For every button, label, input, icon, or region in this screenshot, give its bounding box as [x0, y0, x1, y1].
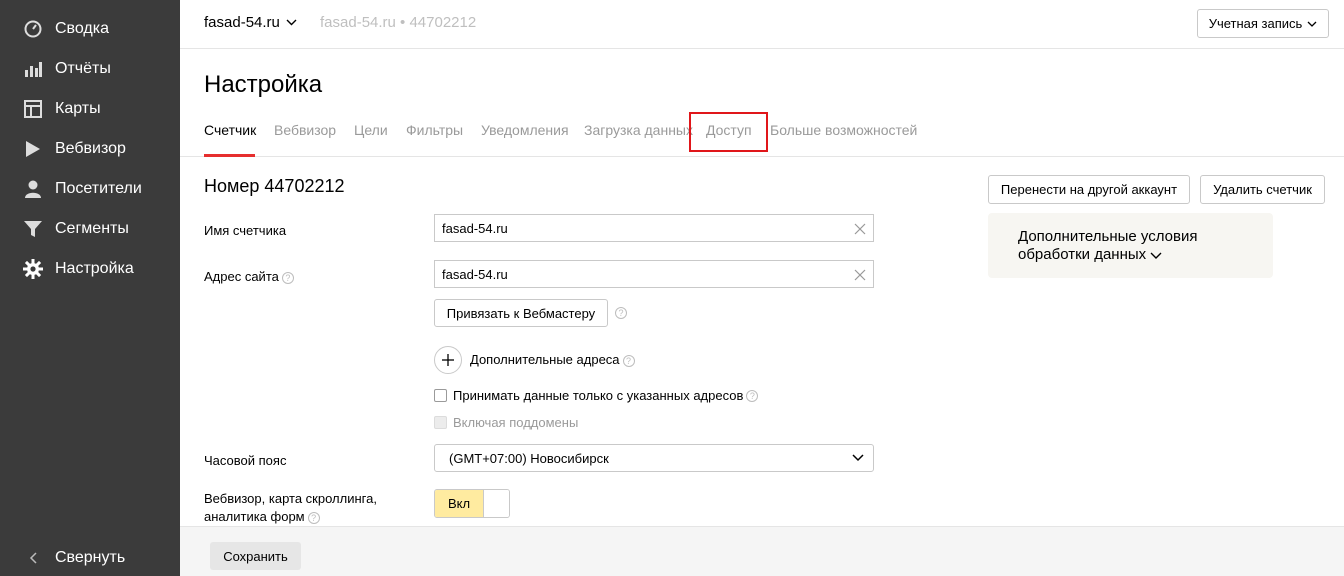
delete-counter-button[interactable]: Удалить счетчик — [1200, 175, 1325, 204]
site-selector-label: fasad-54.ru — [204, 14, 280, 31]
sidebar-item-segments[interactable]: Сегменты — [0, 209, 180, 249]
extra-conditions-line2-row: обработки данных — [1018, 246, 1248, 264]
tab-notifications[interactable]: Уведомления — [481, 122, 569, 138]
counter-name-input[interactable] — [435, 215, 835, 241]
sidebar-item-maps[interactable]: Карты — [0, 89, 180, 129]
account-button-label: Учетная запись — [1208, 16, 1303, 31]
sidebar-item-settings[interactable]: Настройка — [0, 249, 180, 289]
timezone-label-text: Часовой пояс — [204, 453, 287, 468]
help-icon[interactable]: ? — [281, 271, 294, 284]
subdomains-checkbox[interactable] — [434, 416, 447, 429]
page-title: Настройка — [204, 71, 323, 98]
additional-addresses-link[interactable]: Дополнительные адреса? — [470, 352, 635, 367]
subdomains-row: Включая поддомены — [434, 415, 578, 430]
sidebar-item-label: Вебвизор — [55, 140, 126, 157]
help-icon[interactable]: ? — [746, 389, 759, 402]
save-button[interactable]: Сохранить — [210, 542, 301, 570]
counter-number-heading: Номер 44702212 — [204, 176, 345, 196]
play-icon — [23, 139, 43, 159]
transfer-account-button[interactable]: Перенести на другой аккаунт — [988, 175, 1190, 204]
counter-breadcrumb: fasad-54.ru • 44702212 — [320, 14, 477, 31]
site-address-field[interactable] — [434, 260, 874, 288]
person-icon — [23, 179, 43, 199]
extra-conditions-panel[interactable]: Дополнительные условия обработки данных — [988, 213, 1273, 278]
help-icon[interactable]: ? — [307, 511, 320, 524]
sidebar-item-reports[interactable]: Отчёты — [0, 49, 180, 89]
topbar: fasad-54.ru fasad-54.ru • 44702212 Учетн… — [180, 0, 1344, 49]
sidebar-item-label: Посетители — [55, 180, 142, 197]
gear-icon — [23, 259, 43, 279]
sidebar-collapse[interactable]: Свернуть — [0, 538, 180, 576]
webvisor-label: Вебвизор, карта скроллинга, аналитика фо… — [204, 490, 377, 526]
extra-conditions-text: Дополнительные условия обработки данных — [1018, 228, 1248, 264]
layout-map-icon — [23, 99, 43, 119]
additional-addresses-label: Дополнительные адреса — [470, 352, 620, 367]
plus-icon — [442, 354, 454, 366]
timezone-label: Часовой пояс — [204, 452, 286, 470]
site-address-label: Адрес сайта? — [204, 268, 294, 286]
help-icon[interactable]: ? — [615, 307, 627, 319]
extra-conditions-line1: Дополнительные условия — [1018, 228, 1198, 245]
site-selector[interactable]: fasad-54.ru — [204, 14, 297, 31]
sidebar-item-label: Сводка — [55, 20, 110, 37]
tab-filters[interactable]: Фильтры — [406, 122, 463, 138]
clear-icon[interactable] — [854, 222, 866, 240]
clear-icon[interactable] — [854, 268, 866, 286]
help-icon[interactable]: ? — [622, 354, 635, 367]
webvisor-label-line2-row: аналитика форм? — [204, 508, 377, 526]
sidebar-item-webvisor[interactable]: Вебвизор — [0, 129, 180, 169]
sidebar-collapse-label: Свернуть — [55, 549, 126, 566]
chevron-down-icon — [852, 454, 864, 462]
active-tab-underline — [204, 154, 255, 157]
extra-conditions-line2: обработки данных — [1018, 246, 1147, 263]
filter-icon — [23, 219, 43, 239]
tab-counter[interactable]: Счетчик — [204, 122, 256, 138]
only-specified-label: Принимать данные только с указанных адре… — [453, 388, 744, 403]
sidebar-item-label: Сегменты — [55, 220, 129, 237]
site-address-label-text: Адрес сайта — [204, 269, 279, 284]
transfer-account-label: Перенести на другой аккаунт — [1000, 182, 1178, 197]
site-address-input[interactable] — [435, 261, 835, 287]
delete-counter-label: Удалить счетчик — [1213, 182, 1312, 197]
timezone-select[interactable]: (GMT+07:00) Новосибирск — [434, 444, 874, 472]
subdomains-label: Включая поддомены — [453, 415, 579, 430]
link-webmaster-button[interactable]: Привязать к Вебмастеру — [434, 299, 608, 327]
bar-chart-icon — [23, 59, 43, 79]
counter-name-label-text: Имя счетчика — [204, 223, 287, 238]
counter-name-field[interactable] — [434, 214, 874, 242]
webvisor-toggle[interactable]: Вкл — [434, 489, 510, 518]
only-specified-row: Принимать данные только с указанных адре… — [434, 388, 759, 403]
sidebar-item-summary[interactable]: Сводка — [0, 9, 180, 49]
sidebar-item-label: Отчёты — [55, 60, 111, 77]
footer-bar: Сохранить — [180, 526, 1344, 576]
chevron-down-icon — [286, 19, 297, 26]
toggle-knob — [483, 490, 509, 517]
only-specified-checkbox[interactable] — [434, 389, 447, 402]
sidebar-item-label: Карты — [55, 100, 101, 117]
account-button[interactable]: Учетная запись — [1197, 9, 1329, 38]
counter-name-label: Имя счетчика — [204, 222, 286, 240]
toggle-on-label: Вкл — [435, 490, 483, 517]
sidebar: Сводка Отчёты Карты Вебвизор Посетители … — [0, 0, 180, 576]
add-address-button[interactable] — [434, 346, 462, 374]
access-tab-highlight — [689, 112, 768, 152]
sidebar-item-label: Настройка — [55, 260, 134, 277]
tab-goals[interactable]: Цели — [354, 122, 388, 138]
chevron-down-icon — [1150, 252, 1162, 259]
gauge-icon — [23, 19, 43, 39]
link-webmaster-label: Привязать к Вебмастеру — [446, 305, 596, 321]
tab-webvisor[interactable]: Вебвизор — [274, 122, 336, 138]
webvisor-label-line1: Вебвизор, карта скроллинга, — [204, 491, 377, 506]
chevron-left-icon — [23, 548, 43, 568]
webvisor-label-line2: аналитика форм — [204, 509, 305, 524]
chevron-down-icon — [1307, 21, 1317, 27]
tab-data-upload[interactable]: Загрузка данных — [584, 122, 693, 138]
tab-more-features[interactable]: Больше возможностей — [770, 122, 917, 138]
timezone-value: (GMT+07:00) Новосибирск — [449, 450, 609, 466]
sidebar-item-visitors[interactable]: Посетители — [0, 169, 180, 209]
